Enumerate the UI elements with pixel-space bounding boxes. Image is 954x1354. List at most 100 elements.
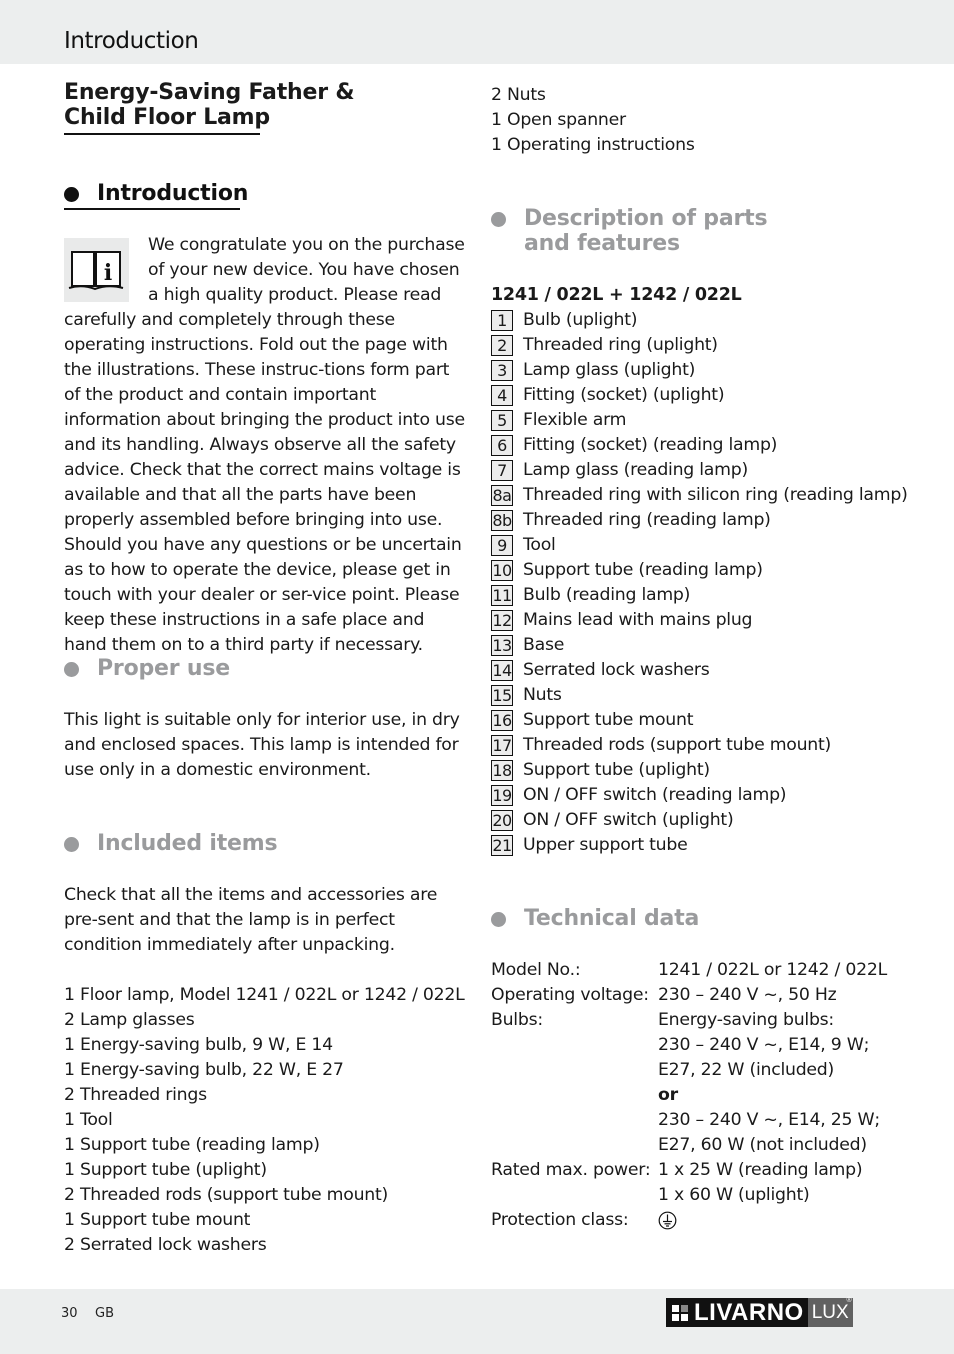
included-items-heading-text: Included items: [97, 831, 278, 856]
part-item: 19 ON / OFF switch (reading lamp): [491, 783, 908, 808]
document-title: Energy-Saving Father & Child Floor Lamp: [64, 80, 355, 130]
part-label: Lamp glass (uplight): [523, 360, 696, 380]
included-item: 2 Threaded rings: [64, 1085, 207, 1105]
included-item: 1 Support tube (reading lamp): [64, 1135, 320, 1155]
tech-value: Energy-saving bulbs:: [658, 1010, 834, 1030]
bullet-icon: [64, 837, 79, 852]
bullet-icon: [64, 187, 79, 202]
part-label: Threaded rods (support tube mount): [523, 735, 832, 755]
part-item: 11 Bulb (reading lamp): [491, 583, 908, 608]
tech-row: Operating voltage: 230 – 240 V ~, 50 Hz: [491, 983, 887, 1008]
part-item: 9 Tool: [491, 533, 908, 558]
part-label: Threaded ring (uplight): [523, 335, 718, 355]
proper-use-paragraph: This light is suitable only for interior…: [64, 710, 460, 780]
bullet-icon: [491, 212, 506, 227]
included-item: 1 Operating instructions: [491, 135, 695, 155]
part-number-box: 1: [491, 310, 513, 331]
tech-value: 1241 / 022L or 1242 / 022L: [658, 960, 887, 980]
part-item: 8b Threaded ring (reading lamp): [491, 508, 908, 533]
document-title-line1: Energy-Saving Father &: [64, 80, 355, 105]
part-label: Base: [523, 635, 565, 655]
part-item: 10 Support tube (reading lamp): [491, 558, 908, 583]
tech-label: Bulbs:: [491, 1010, 543, 1030]
part-item: 5 Flexible arm: [491, 408, 908, 433]
logo-main-text: LIVARNO: [694, 1298, 804, 1326]
introduction-underline: [64, 208, 240, 210]
included-item: 2 Serrated lock washers: [64, 1235, 267, 1255]
bullet-icon: [491, 912, 506, 927]
part-item: 6 Fitting (socket) (reading lamp): [491, 433, 908, 458]
part-item: 12 Mains lead with mains plug: [491, 608, 908, 633]
included-item: 2 Nuts: [491, 85, 546, 105]
part-label: Mains lead with mains plug: [523, 610, 753, 630]
part-label: Tool: [523, 535, 556, 555]
title-underline: [64, 133, 260, 135]
logo-sub-text: LUX: [811, 1301, 849, 1323]
part-label: Threaded ring (reading lamp): [523, 510, 771, 530]
included-item: 2 Lamp glasses: [64, 1010, 195, 1030]
included-item: 2 Threaded rods (support tube mount): [64, 1185, 389, 1205]
tech-value: E27, 22 W (included): [658, 1060, 835, 1080]
part-label: Flexible arm: [523, 410, 627, 430]
part-item: 2 Threaded ring (uplight): [491, 333, 908, 358]
part-item: 8a Threaded ring with silicon ring (readi…: [491, 483, 908, 508]
technical-data-table: Model No.: 1241 / 022L or 1242 / 022L Oper…: [491, 958, 887, 1233]
protective-earth-icon: [658, 1208, 677, 1233]
part-number-box: 3: [491, 360, 513, 381]
tech-row: Bulbs: Energy-saving bulbs: 230 – 240 V ~,…: [491, 1008, 887, 1158]
part-label: Upper support tube: [523, 835, 688, 855]
tech-label: Rated max. power:: [491, 1160, 651, 1180]
part-item: 15 Nuts: [491, 683, 908, 708]
part-number-box: 10: [491, 560, 513, 581]
part-number-box: 12: [491, 610, 513, 631]
livarno-lux-logo: LIVARNO LUX ®: [666, 1297, 853, 1327]
part-number-box: 4: [491, 385, 513, 406]
part-number-box: 7: [491, 460, 513, 481]
tech-value: 230 – 240 V ~, E14, 9 W;: [658, 1035, 870, 1055]
model-heading: 1241 / 022L + 1242 / 022L: [491, 285, 742, 305]
technical-data-heading-text: Technical data: [524, 906, 700, 931]
part-number-box: 14: [491, 660, 513, 681]
part-label: Support tube (reading lamp): [523, 560, 763, 580]
part-label: Support tube (uplight): [523, 760, 710, 780]
part-item: 1 Bulb (uplight): [491, 308, 908, 333]
tech-row: Rated max. power: 1 x 25 W (reading lamp)…: [491, 1158, 887, 1208]
part-number-box: 19: [491, 785, 513, 806]
description-heading-line1: Description of parts: [524, 206, 768, 231]
tech-label: Model No.:: [491, 960, 581, 980]
parts-list: 1 Bulb (uplight) 2 Threaded ring (uplight) 3…: [491, 308, 908, 858]
part-item: 20 ON / OFF switch (uplight): [491, 808, 908, 833]
tech-row: Protection class:: [491, 1208, 887, 1233]
part-item: 16 Support tube mount: [491, 708, 908, 733]
part-number-box: 17: [491, 735, 513, 756]
included-item: 1 Energy-saving bulb, 9 W, E 14: [64, 1035, 333, 1055]
part-number-box: 2: [491, 335, 513, 356]
part-label: Nuts: [523, 685, 562, 705]
registered-mark: ®: [846, 1297, 852, 1304]
included-item: 1 Energy-saving bulb, 22 W, E 27: [64, 1060, 344, 1080]
part-label: Support tube mount: [523, 710, 694, 730]
part-item: 3 Lamp glass (uplight): [491, 358, 908, 383]
part-label: Bulb (uplight): [523, 310, 638, 330]
included-items-paragraph: Check that all the items and accessories…: [64, 885, 438, 955]
running-header-title: Introduction: [64, 28, 199, 54]
language-code: GB: [95, 1306, 114, 1321]
part-label: Lamp glass (reading lamp): [523, 460, 748, 480]
part-item: 18 Support tube (uplight): [491, 758, 908, 783]
included-item: 1 Support tube (uplight): [64, 1160, 267, 1180]
part-number-box: 5: [491, 410, 513, 431]
introduction-heading-text: Introduction: [97, 181, 249, 206]
included-items-list-left: 1 Floor lamp, Model 1241 / 022L or 1242 …: [64, 983, 465, 1258]
part-label: Fitting (socket) (reading lamp): [523, 435, 778, 455]
tech-row: Model No.: 1241 / 022L or 1242 / 022L: [491, 958, 887, 983]
part-number-box: 11: [491, 585, 513, 606]
part-number-box: 13: [491, 635, 513, 656]
part-label: Bulb (reading lamp): [523, 585, 691, 605]
included-item: 1 Tool: [64, 1110, 113, 1130]
tech-value: E27, 60 W (not included): [658, 1135, 867, 1155]
part-number-box: 8b: [491, 510, 513, 531]
part-item: 14 Serrated lock washers: [491, 658, 908, 683]
included-items-list-right: 2 Nuts 1 Open spanner 1 Operating instruct…: [491, 83, 695, 158]
part-number-box: 8a: [491, 485, 513, 506]
tech-value: 1 x 60 W (uplight): [658, 1185, 810, 1205]
